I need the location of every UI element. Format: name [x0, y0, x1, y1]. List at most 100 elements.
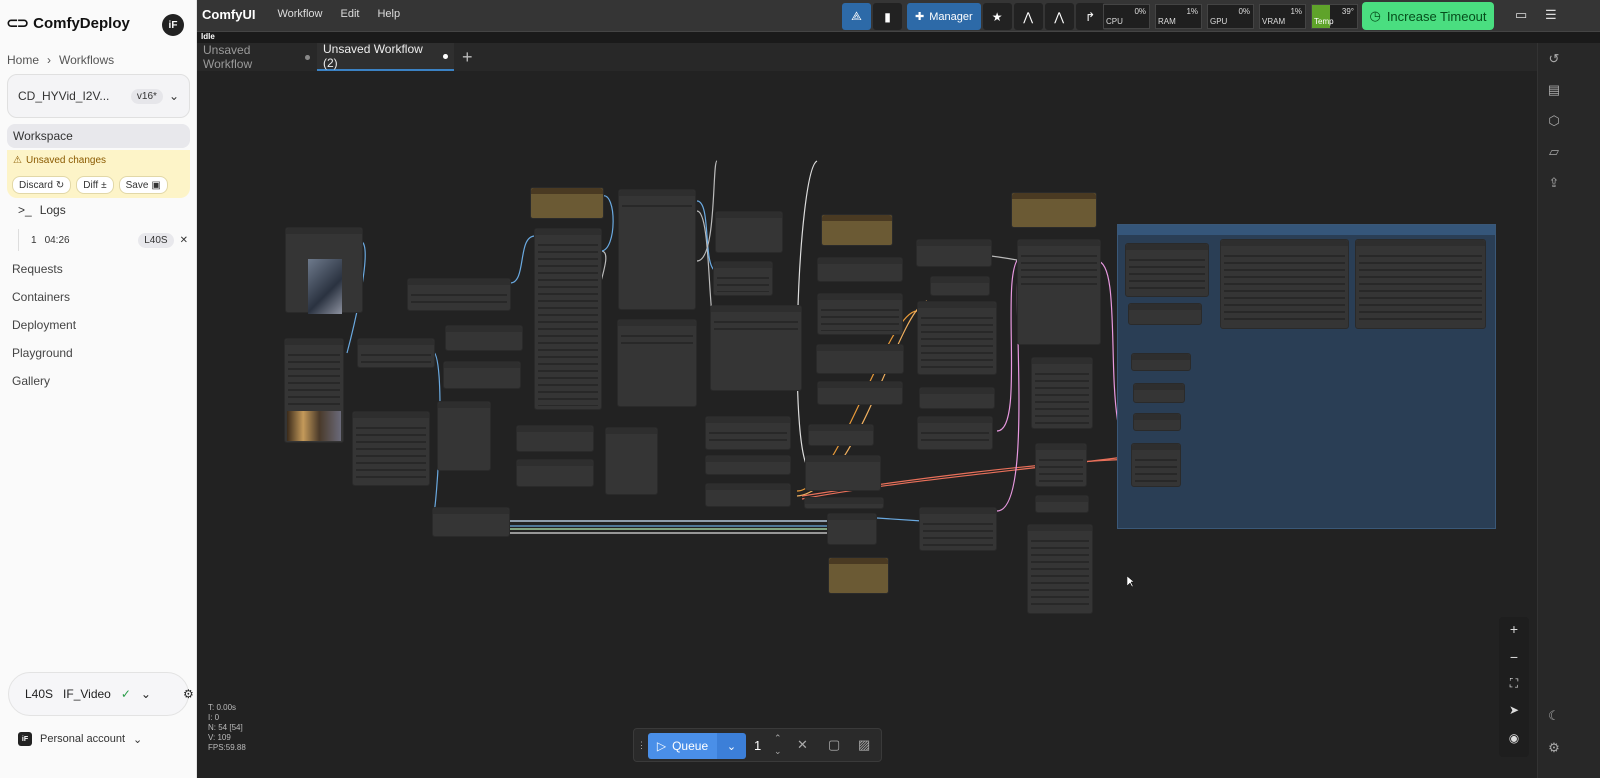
- bookmark-button[interactable]: ▮: [873, 3, 902, 30]
- graph-node[interactable]: [1035, 495, 1089, 513]
- graph-node[interactable]: [432, 507, 510, 537]
- settings-icon[interactable]: ⚙: [1546, 740, 1562, 756]
- zoom-in-icon[interactable]: +: [1499, 621, 1529, 637]
- graph-node[interactable]: [605, 427, 658, 495]
- unsaved-dot-icon[interactable]: [305, 54, 310, 60]
- chevron-down-icon[interactable]: ⌄: [774, 746, 782, 756]
- graph-node[interactable]: [919, 507, 997, 551]
- chevron-up-icon[interactable]: ⌃: [774, 733, 782, 743]
- share-button[interactable]: ↱: [1075, 3, 1105, 30]
- graph-node[interactable]: [1131, 443, 1181, 487]
- star-button[interactable]: ★: [982, 3, 1012, 30]
- graph-node[interactable]: [357, 338, 435, 368]
- model-button-2[interactable]: ⋀: [1044, 3, 1074, 30]
- zoom-out-icon[interactable]: −: [1499, 649, 1529, 665]
- moon-icon[interactable]: ☾: [1546, 708, 1562, 724]
- graph-node[interactable]: [1133, 383, 1185, 403]
- note-node[interactable]: [828, 557, 889, 594]
- graph-node[interactable]: [1128, 303, 1202, 325]
- eye-icon[interactable]: ◉: [1499, 731, 1529, 745]
- node-graph-canvas[interactable]: T: 0.00s I: 0 N: 54 [54] V: 109 FPS:59.8…: [197, 71, 1537, 778]
- sidebar-item-gallery[interactable]: Gallery: [12, 374, 76, 402]
- batch-stepper[interactable]: ⌃ ⌄: [774, 732, 782, 758]
- graph-node[interactable]: [705, 483, 791, 507]
- cloud-upload-icon[interactable]: ⇪: [1546, 175, 1562, 191]
- batch-count-input[interactable]: 1: [754, 738, 761, 753]
- user-avatar[interactable]: iF: [162, 14, 184, 36]
- chevron-down-icon[interactable]: ⌄: [141, 687, 151, 701]
- menu-help[interactable]: Help: [377, 8, 400, 22]
- graph-node[interactable]: [445, 325, 523, 351]
- graph-node[interactable]: [1133, 413, 1181, 431]
- unsaved-dot-icon[interactable]: [443, 53, 448, 59]
- graph-node[interactable]: [618, 189, 696, 310]
- manager-button[interactable]: ✚ Manager: [907, 3, 981, 30]
- image-icon[interactable]: ▨: [858, 737, 870, 753]
- graph-node[interactable]: [1027, 524, 1093, 614]
- graph-node[interactable]: [817, 381, 903, 405]
- graph-node[interactable]: [713, 261, 773, 296]
- graph-node[interactable]: [817, 257, 903, 282]
- workflow-version-badge[interactable]: v16*: [130, 88, 163, 104]
- graph-node[interactable]: [1017, 239, 1101, 345]
- brand[interactable]: ⊂⊃ ComfyDeploy: [6, 14, 130, 32]
- graph-node[interactable]: [808, 424, 874, 446]
- node-library-button[interactable]: ⟁: [842, 3, 871, 30]
- cube-icon[interactable]: ⬡: [1546, 113, 1562, 129]
- graph-node[interactable]: [930, 276, 990, 296]
- workflow-selector[interactable]: CD_HYVid_I2V... v16* ⌄: [7, 74, 190, 118]
- graph-node[interactable]: [516, 459, 594, 487]
- menu-edit[interactable]: Edit: [340, 8, 359, 22]
- discard-button[interactable]: Discard ↻: [12, 176, 72, 194]
- graph-node[interactable]: [827, 513, 877, 545]
- sampler-node[interactable]: [534, 228, 602, 410]
- history-icon[interactable]: ↺: [1546, 51, 1562, 67]
- graph-node[interactable]: [1220, 239, 1349, 329]
- note-node[interactable]: [821, 214, 893, 246]
- increase-timeout-button[interactable]: ◷ Increase Timeout: [1362, 2, 1494, 30]
- graph-node[interactable]: [919, 387, 995, 409]
- fit-view-icon[interactable]: ⛶: [1499, 676, 1529, 691]
- menu-workflow[interactable]: Workflow: [277, 8, 322, 22]
- save-button[interactable]: Save ▣: [118, 176, 168, 194]
- queue-button[interactable]: ▷ Queue: [648, 733, 717, 759]
- hamburger-menu-icon[interactable]: ☰: [1545, 7, 1557, 23]
- machine-card[interactable]: L40S IF_Video ✓ ⌄ ⚙: [8, 672, 194, 716]
- load-image-node[interactable]: [285, 227, 363, 314]
- breadcrumb-workflows[interactable]: Workflows: [59, 53, 114, 67]
- sidebar-item-deployment[interactable]: Deployment: [12, 318, 76, 346]
- graph-node[interactable]: [1125, 243, 1209, 297]
- stop-icon[interactable]: ▢: [828, 737, 840, 753]
- graph-node[interactable]: [617, 319, 697, 407]
- graph-node[interactable]: [917, 301, 997, 375]
- graph-node[interactable]: [917, 416, 993, 450]
- graph-node[interactable]: [817, 293, 903, 335]
- close-icon[interactable]: ✕: [180, 235, 188, 246]
- note-node[interactable]: [1011, 192, 1097, 228]
- sidebar-item-requests[interactable]: Requests: [12, 262, 76, 290]
- note-node[interactable]: [530, 187, 604, 219]
- graph-node[interactable]: [437, 401, 491, 471]
- graph-node[interactable]: [1031, 357, 1093, 429]
- drag-handle-icon[interactable]: ⋮: [637, 740, 646, 751]
- sidebar-item-containers[interactable]: Containers: [12, 290, 76, 318]
- panel-toggle-icon[interactable]: ▭: [1515, 7, 1527, 23]
- graph-node[interactable]: [710, 305, 802, 391]
- graph-node[interactable]: [1131, 353, 1191, 371]
- sidebar-item-logs[interactable]: >_ Logs: [18, 203, 66, 217]
- graph-node[interactable]: [715, 211, 783, 253]
- graph-node[interactable]: [352, 411, 430, 486]
- graph-node[interactable]: [804, 497, 884, 509]
- graph-node[interactable]: [916, 239, 992, 267]
- document-icon[interactable]: ▤: [1546, 82, 1562, 98]
- locate-icon[interactable]: ➤: [1499, 703, 1529, 717]
- graph-node[interactable]: [805, 455, 881, 491]
- account-switcher[interactable]: iF Personal account ⌄: [18, 732, 142, 746]
- run-log-entry[interactable]: 1 04:26 L40S ✕: [18, 229, 188, 251]
- breadcrumb-home[interactable]: Home: [7, 53, 39, 67]
- graph-node[interactable]: [1355, 239, 1486, 329]
- sidebar-item-playground[interactable]: Playground: [12, 346, 76, 374]
- diff-button[interactable]: Diff ±: [76, 176, 114, 194]
- tab-unsaved-workflow[interactable]: Unsaved Workflow: [197, 43, 316, 71]
- sidebar-item-workspace[interactable]: Workspace: [7, 124, 190, 148]
